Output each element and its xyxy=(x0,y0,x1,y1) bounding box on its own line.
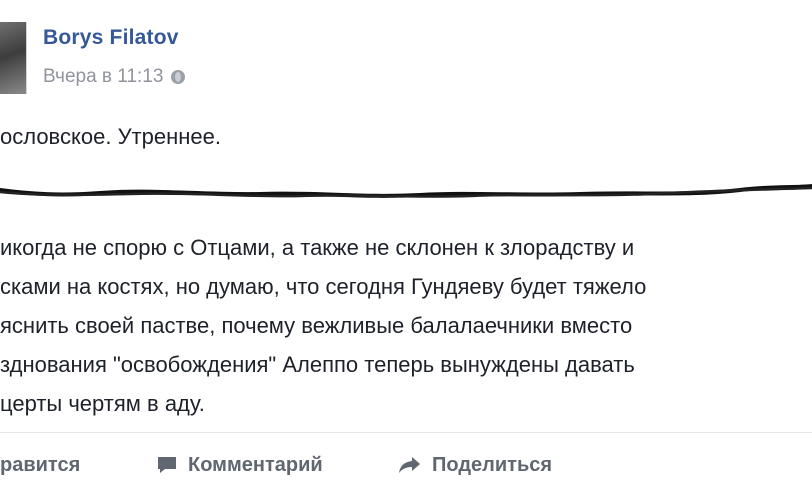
comment-label: Комментарий xyxy=(188,453,323,476)
post-body-line: церты чертям в аду. xyxy=(0,391,205,416)
comment-icon xyxy=(158,457,176,473)
post-body-line: здно​вания "освобождения" Алеппо теперь … xyxy=(0,352,635,377)
comment-button[interactable]: Комментарий xyxy=(156,452,323,478)
post-body: икогда не спорю с Отцами, а также не скл… xyxy=(0,228,812,423)
post-body-line: яснить своей пастве, почему вежливые бал… xyxy=(0,313,633,338)
post-intro-text: осло​вское. Утреннее. xyxy=(0,124,221,149)
post-body-line: сками на костях, но думаю, что сегодня Г… xyxy=(0,274,647,299)
actions-divider xyxy=(0,432,812,433)
post-timestamp[interactable]: Вчера в 11:13 xyxy=(43,66,163,88)
handdrawn-divider xyxy=(0,184,812,198)
share-button[interactable]: Поделиться xyxy=(398,452,552,478)
like-button[interactable]: равится xyxy=(0,452,80,478)
globe-icon xyxy=(171,70,186,84)
post-meta: Вчера в 11:13 xyxy=(43,66,186,88)
like-label: равится xyxy=(0,453,81,476)
share-icon xyxy=(399,457,420,473)
post-body-line: икогда не спорю с Отцами, а также не скл… xyxy=(0,235,635,260)
share-label: Поделиться xyxy=(432,453,553,476)
author-name[interactable]: Borys Filatov xyxy=(43,26,179,50)
avatar[interactable] xyxy=(0,22,27,94)
